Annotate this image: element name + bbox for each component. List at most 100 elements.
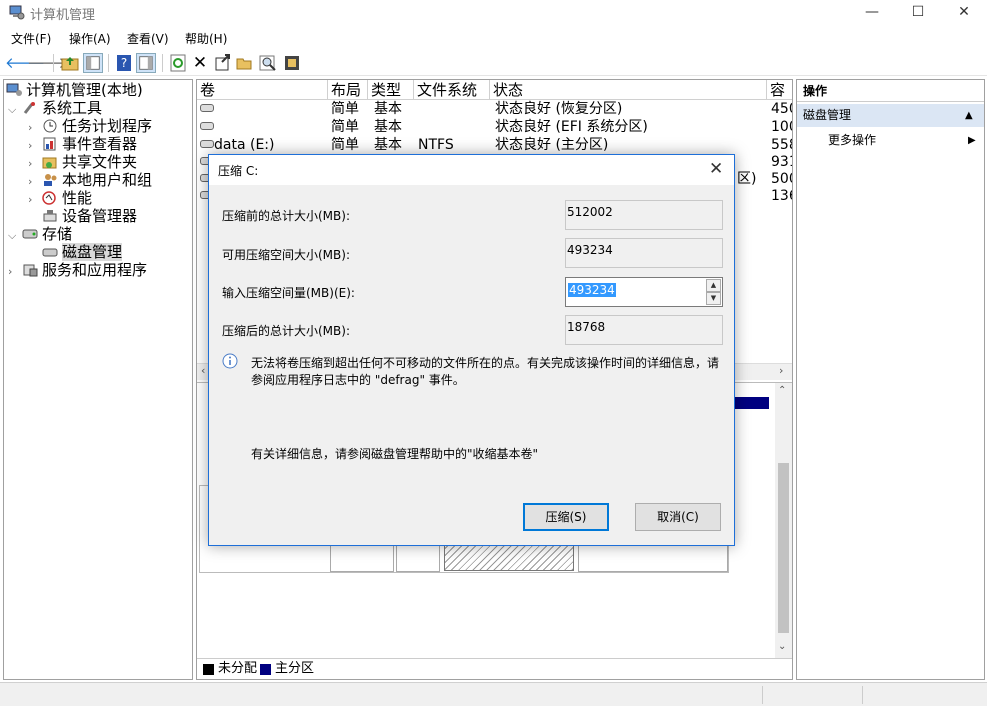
column-header-layout[interactable]: 布局 — [328, 80, 368, 100]
table-row[interactable]: data (E:) 简单 基本 NTFS 状态良好 (主分区) 558 — [197, 137, 792, 154]
up-folder-icon[interactable] — [60, 53, 80, 73]
actions-more[interactable]: 更多操作 ▶ — [797, 130, 984, 151]
dialog-title: 压缩 C: — [218, 164, 259, 178]
tree-item-services-apps[interactable]: › 服务和应用程序 — [8, 261, 147, 279]
settings-icon[interactable] — [282, 53, 302, 73]
refresh-icon[interactable] — [168, 53, 188, 73]
total-after-label: 压缩后的总计大小(MB): — [222, 324, 350, 338]
disk-management-icon — [42, 248, 58, 257]
shrink-amount-input[interactable]: 493234 — [568, 283, 616, 297]
status-divider — [862, 686, 863, 704]
total-before-label: 压缩前的总计大小(MB): — [222, 209, 350, 223]
device-manager-icon — [43, 210, 57, 222]
cancel-button[interactable]: 取消(C) — [635, 503, 721, 531]
export-icon[interactable] — [213, 53, 233, 73]
actions-section-disk-management[interactable]: 磁盘管理 ▲ — [797, 104, 984, 127]
tree-label: 磁盘管理 — [62, 243, 123, 261]
open-folder-icon[interactable] — [235, 53, 255, 73]
close-button[interactable]: ✕ — [941, 0, 987, 26]
show-hide-tree-icon[interactable] — [83, 53, 103, 73]
chevron-down-icon[interactable]: ⌵ — [8, 227, 22, 245]
tools-icon — [23, 102, 35, 114]
navigation-tree: 计算机管理(本地) ⌵ 系统工具 › 任务计划程序 › 事件查看器 › 共享文件夹 › 本… — [3, 79, 193, 680]
primary-swatch — [260, 664, 271, 675]
clock-icon — [43, 119, 57, 133]
tree-label: 性能 — [62, 189, 93, 207]
column-header-type[interactable]: 类型 — [368, 80, 414, 100]
tree-item-shared-folders[interactable]: › 共享文件夹 — [28, 153, 137, 171]
total-before-value: 512002 — [565, 200, 723, 230]
search-icon[interactable] — [258, 53, 278, 73]
svg-text:?: ? — [121, 56, 127, 70]
menu-view[interactable]: 查看(V) — [127, 30, 169, 47]
table-row[interactable]: 简单 基本 状态良好 (EFI 系统分区) 100 — [197, 119, 792, 136]
chevron-down-icon[interactable]: ⌵ — [8, 101, 22, 119]
table-row[interactable]: 简单 基本 状态良好 (恢复分区) 450 — [197, 101, 792, 118]
column-header-volume[interactable]: 卷 — [197, 80, 328, 100]
column-header-capacity[interactable]: 容 — [767, 80, 792, 100]
computer-management-icon — [9, 5, 25, 20]
toolbar-separator — [108, 54, 109, 72]
tree-item-performance[interactable]: › 性能 — [28, 189, 92, 207]
actions-pane: 操作 磁盘管理 ▲ 更多操作 ▶ — [796, 79, 985, 680]
column-header-status[interactable]: 状态 — [490, 80, 767, 100]
dialog-close-icon[interactable]: ✕ — [709, 159, 723, 179]
tree-item-computer-management[interactable]: 计算机管理(本地) — [6, 81, 143, 99]
scroll-right-icon[interactable]: › — [779, 364, 783, 377]
event-viewer-icon — [43, 137, 56, 151]
legend-unallocated: 未分配 — [218, 661, 258, 676]
unallocated-swatch — [203, 664, 214, 675]
services-icon — [23, 264, 38, 277]
actions-section-label: 磁盘管理 — [803, 108, 852, 122]
collapse-icon[interactable]: ▲ — [965, 104, 973, 127]
shrink-amount-stepper[interactable]: 493234 ▲ ▼ — [565, 277, 723, 307]
available-space-label: 可用压缩空间大小(MB): — [222, 248, 350, 262]
menu-file[interactable]: 文件(F) — [11, 30, 51, 47]
stepper-down-icon[interactable]: ▼ — [706, 292, 721, 305]
tree-item-local-users[interactable]: › 本地用户和组 — [28, 171, 152, 189]
disk-icon — [200, 122, 214, 130]
scroll-up-icon[interactable]: ⌃ — [778, 385, 786, 396]
minimize-button[interactable]: — — [849, 0, 895, 26]
vertical-scrollbar[interactable]: ⌃ ⌄ — [775, 383, 792, 659]
tree-item-task-scheduler[interactable]: › 任务计划程序 — [28, 117, 152, 135]
help-icon[interactable]: ? — [114, 53, 134, 73]
submenu-arrow-icon: ▶ — [968, 135, 976, 146]
available-space-value: 493234 — [565, 238, 723, 268]
menu-help[interactable]: 帮助(H) — [185, 30, 227, 47]
tree-label: 本地用户和组 — [62, 171, 153, 189]
chevron-right-icon[interactable]: › — [28, 191, 42, 209]
disk-icon — [200, 140, 214, 148]
tree-item-system-tools[interactable]: ⌵ 系统工具 — [8, 99, 102, 117]
legend-primary: 主分区 — [275, 661, 315, 676]
scrollbar-thumb[interactable] — [778, 463, 789, 633]
menu-action[interactable]: 操作(A) — [69, 30, 111, 47]
menu-bar: 文件(F) 操作(A) 查看(V) 帮助(H) — [0, 27, 987, 49]
delete-icon[interactable]: ✕ — [190, 53, 210, 73]
tree-item-disk-management[interactable]: 磁盘管理 — [42, 243, 123, 261]
performance-icon — [42, 191, 56, 205]
title-bar: 计算机管理 — ☐ ✕ — [0, 0, 987, 26]
chevron-right-icon[interactable]: › — [8, 263, 22, 281]
shared-folder-icon — [42, 157, 57, 169]
properties-icon[interactable] — [136, 53, 156, 73]
shrink-dialog: 压缩 C: ✕ 压缩前的总计大小(MB): 512002 可用压缩空间大小(MB… — [208, 154, 735, 546]
scroll-left-icon[interactable]: ‹ — [201, 364, 205, 377]
tree-item-storage[interactable]: ⌵ 存储 — [8, 225, 72, 243]
shrink-button[interactable]: 压缩(S) — [523, 503, 609, 531]
tree-label: 事件查看器 — [62, 135, 138, 153]
maximize-button[interactable]: ☐ — [895, 0, 941, 26]
partition-bar — [734, 397, 769, 409]
help-link-text: 有关详细信息，请参阅磁盘管理帮助中的"收缩基本卷" — [251, 447, 539, 461]
stepper-up-icon[interactable]: ▲ — [706, 279, 721, 292]
forward-icon[interactable]: 🡒 — [27, 53, 67, 73]
tree-item-device-manager[interactable]: 设备管理器 — [42, 207, 137, 225]
tree-item-event-viewer[interactable]: › 事件查看器 — [28, 135, 137, 153]
info-text-line1: 无法将卷压缩到超出任何不可移动的文件所在的点。有关完成该操作时间的详细信息，请 — [251, 356, 720, 370]
dialog-title-bar: 压缩 C: ✕ — [209, 155, 734, 185]
toolbar-separator — [162, 54, 163, 72]
back-icon[interactable]: 🡐 — [5, 53, 45, 73]
shrink-amount-label: 输入压缩空间量(MB)(E): — [222, 286, 355, 300]
column-header-filesystem[interactable]: 文件系统 — [414, 80, 490, 100]
scroll-down-icon[interactable]: ⌄ — [778, 641, 786, 652]
